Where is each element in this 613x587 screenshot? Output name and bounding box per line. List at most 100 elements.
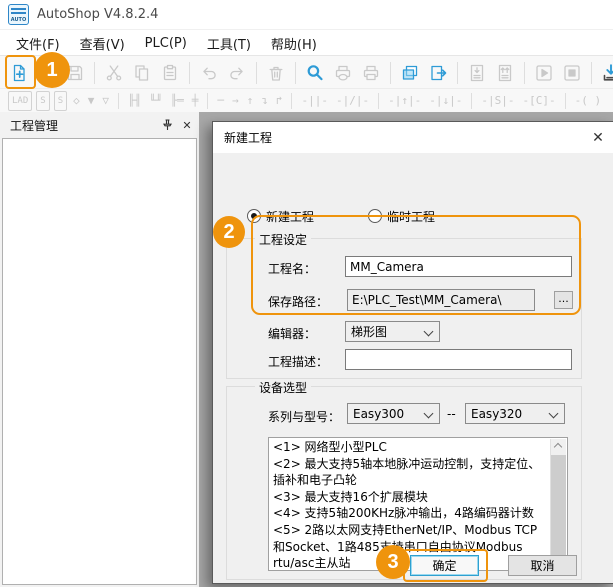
project-name-input[interactable] [345,256,572,277]
panel-close-icon[interactable]: ✕ [179,117,195,133]
copy-icon[interactable] [129,59,155,87]
menu-item-0[interactable]: 文件(F) [6,31,70,56]
stop-monitor-icon[interactable] [559,59,585,87]
lad-view-icon[interactable]: LAD [8,91,32,111]
dialog-title: 新建工程 [224,129,583,146]
radio-new-project[interactable]: 新建工程 [247,206,314,225]
menu-item-2[interactable]: PLC(P) [135,33,197,54]
open-project-icon[interactable] [34,59,60,87]
device-selection-group: 设备选型 系列与型号： Easy300 -- Easy320 <1> 网络型小型… [226,386,582,580]
toolbar-separator [291,93,292,109]
new-project-icon[interactable] [6,59,32,87]
window-export-icon[interactable] [425,59,451,87]
project-panel: 工程管理 ✕ [0,112,199,587]
toolbar-separator [189,62,190,84]
sfc-block-icon[interactable]: S [36,91,49,111]
chevron-down-icon [424,327,434,337]
menu-item-4[interactable]: 帮助(H) [261,31,327,56]
project-name-label: 工程名： [268,260,316,277]
scrollbar-thumb[interactable] [551,455,566,555]
redo-icon[interactable] [224,59,250,87]
dialog-title-bar: 新建工程 ✕ [213,122,613,153]
draw-corner-up-icon[interactable]: ↱ [274,92,285,110]
delete-icon[interactable] [263,59,289,87]
draw-line-up-icon[interactable]: ↑ [245,92,256,110]
insert-contact-cell-icon[interactable]: ╟╢ [126,92,143,110]
model-select[interactable]: Easy320 [465,403,565,424]
project-tree-area[interactable] [2,138,197,585]
radio-new-project-circle[interactable] [247,209,261,223]
cut-icon[interactable] [101,59,127,87]
description-input[interactable] [345,349,572,370]
contact-set-icon[interactable]: -|S|- [479,92,516,110]
pin-icon[interactable] [159,117,175,133]
radio-temp-project-circle[interactable] [368,209,382,223]
series-select[interactable]: Easy300 [347,403,440,424]
ladder-toolbar: LADSS◇▼▽╟╢╙╜╟═╪─→↑↴↱-||--|/|--|↑|--|↓|--… [0,88,613,113]
compare-block-icon[interactable]: -[C]- [520,92,557,110]
toolbar-separator [118,93,119,109]
toolbar-separator [471,93,472,109]
app-window: AUTO AutoShop V4.8.2.4 文件(F)查看(V)PLC(P)工… [0,0,613,587]
toolbar-separator [591,62,592,84]
browse-button[interactable]: ... [554,291,573,309]
insert-branch-cell-icon[interactable]: ╙╜ [147,92,164,110]
project-settings-group: 工程设定 工程名： 保存路径： ... 编辑器： 梯形图 工程描述： [226,238,582,379]
run-monitor-icon[interactable] [531,59,557,87]
radio-temp-project-label: 临时工程 [387,210,435,224]
draw-hline-icon[interactable]: ─ [215,92,226,110]
window-cascade-icon[interactable] [397,59,423,87]
scroll-up-icon[interactable] [551,439,566,454]
dialog-close-icon[interactable]: ✕ [583,130,613,146]
search-icon[interactable] [302,59,328,87]
toolbar-separator [256,62,257,84]
download-compare-icon[interactable] [464,59,490,87]
toolbar-separator [207,93,208,109]
chevron-down-icon [424,409,434,419]
app-logo-text: AUTO [9,18,28,23]
project-panel-header: 工程管理 ✕ [0,112,199,138]
chevron-down-icon [549,409,559,419]
ok-button[interactable]: 确定 [410,555,479,576]
print-preview-icon[interactable] [330,59,356,87]
undo-icon[interactable] [196,59,222,87]
paste-icon[interactable] [157,59,183,87]
contact-falling-icon[interactable]: -|↓|- [427,92,464,110]
toolbar-separator [524,62,525,84]
contact-rising-icon[interactable]: -|↑|- [386,92,423,110]
upload-compare-icon[interactable] [492,59,518,87]
device-info-box: <1> 网络型小型PLC <2> 最大支持5轴本地脉冲运动控制，支持定位、插补和… [268,437,568,571]
draw-line-right-icon[interactable]: → [230,92,241,110]
merge-cell-icon[interactable]: ╪ [190,92,201,110]
coil-icon[interactable]: -( ) [573,92,604,110]
print-icon[interactable] [358,59,384,87]
menu-item-1[interactable]: 查看(V) [70,31,135,56]
window-title: AutoShop V4.8.2.4 [37,7,158,22]
title-bar: AUTO AutoShop V4.8.2.4 [0,0,613,29]
sfc-step-icon[interactable]: S [54,91,67,111]
project-settings-group-title: 工程设定 [255,231,311,248]
project-panel-title: 工程管理 [10,117,159,134]
radio-temp-project[interactable]: 临时工程 [368,206,435,225]
dialog-body: 新建工程 临时工程 工程设定 工程名： 保存路径： ... 编辑器： 梯形图 [213,153,613,583]
menu-bar: 文件(F)查看(V)PLC(P)工具(T)帮助(H) [0,29,613,56]
download-to-plc-icon[interactable] [598,59,613,87]
save-icon[interactable] [62,59,88,87]
menu-item-3[interactable]: 工具(T) [197,31,261,56]
contact-no-icon[interactable]: -||- [299,92,330,110]
description-label: 工程描述： [268,353,328,370]
new-project-dialog: 新建工程 ✕ 新建工程 临时工程 工程设定 工程名： 保存路径： [212,121,613,584]
append-row-down-icon[interactable]: ▽ [100,92,111,110]
device-info-scrollbar[interactable] [550,439,566,569]
insert-row-down-icon[interactable]: ▼ [86,92,97,110]
draw-corner-down-icon[interactable]: ↴ [259,92,270,110]
cancel-button[interactable]: 取消 [508,555,577,576]
insert-row-icon[interactable]: ╟═ [168,92,185,110]
device-info-text: <1> 网络型小型PLC <2> 最大支持5轴本地脉冲运动控制，支持定位、插补和… [273,439,547,569]
branch-icon[interactable]: ◇ [71,92,82,110]
contact-nc-icon[interactable]: -|/|- [334,92,371,110]
save-path-label: 保存路径： [268,293,328,310]
save-path-input[interactable] [347,289,535,311]
editor-select[interactable]: 梯形图 [345,321,440,342]
toolbar-separator [457,62,458,84]
